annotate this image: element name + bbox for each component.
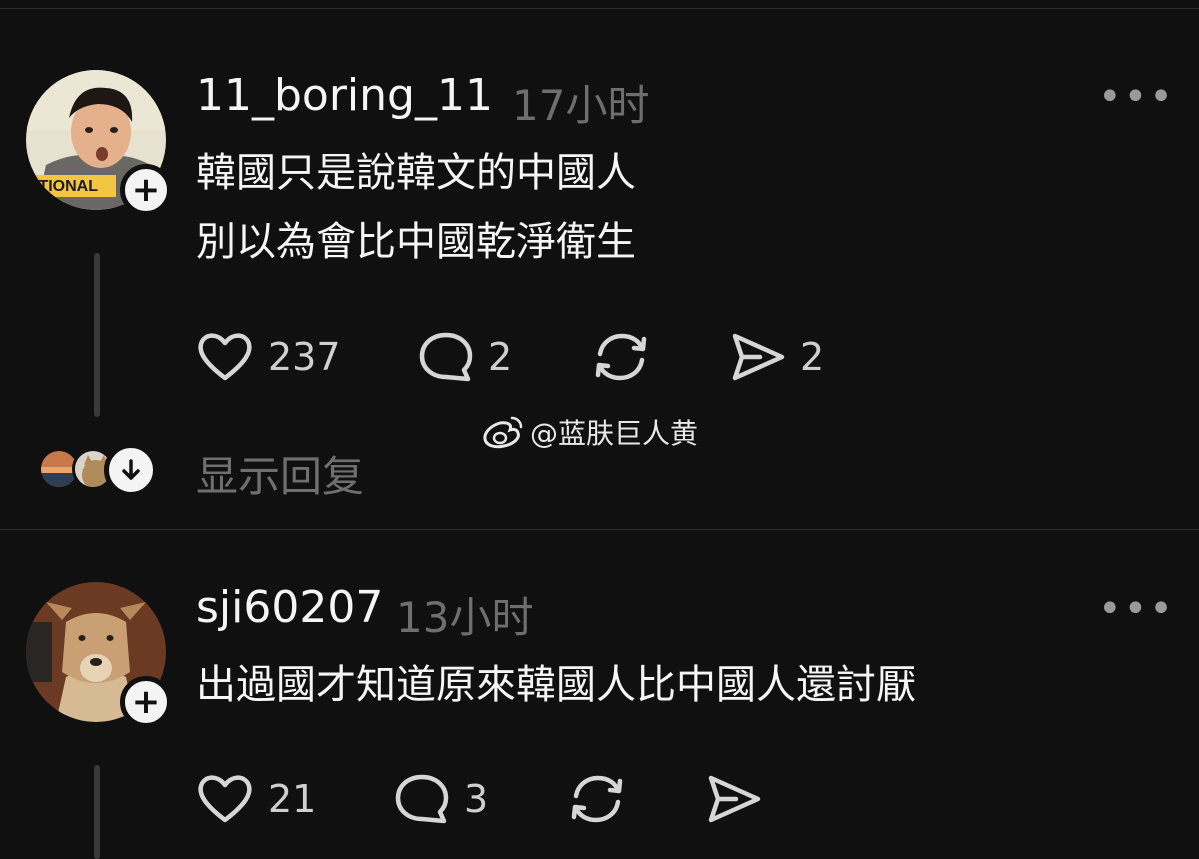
arrow-down-icon: [122, 459, 140, 480]
username[interactable]: sji60207: [196, 582, 383, 633]
comment-button[interactable]: 2: [418, 330, 512, 384]
expand-replies-button[interactable]: [104, 443, 158, 497]
follow-button[interactable]: +: [120, 676, 172, 728]
more-icon[interactable]: •••: [1098, 74, 1175, 120]
repost-button[interactable]: [568, 772, 626, 826]
send-icon: [708, 775, 761, 823]
plus-icon: +: [131, 682, 161, 722]
comment-count: 3: [464, 777, 489, 821]
post-text-line-1: 韓國只是說韓文的中國人: [196, 150, 636, 196]
username[interactable]: 11_boring_11: [196, 70, 493, 121]
speech-bubble-icon: [395, 774, 449, 824]
heart-icon: [198, 775, 252, 823]
share-button[interactable]: 2: [730, 330, 824, 384]
repost-button[interactable]: [592, 330, 650, 384]
plus-icon: +: [131, 170, 161, 210]
follow-button[interactable]: +: [120, 164, 172, 216]
timestamp: 13小时: [396, 593, 534, 642]
watermark-text: @蓝肤巨人黄: [530, 417, 699, 450]
comment-button[interactable]: 3: [394, 772, 488, 826]
speech-bubble-icon: [419, 332, 473, 382]
send-icon: [732, 333, 785, 381]
like-count: 21: [268, 777, 317, 821]
post-divider: [0, 529, 1199, 530]
thread-line: [94, 253, 100, 417]
like-button[interactable]: 237: [196, 330, 341, 384]
timestamp: 17小时: [512, 81, 650, 130]
comment-count: 2: [488, 335, 513, 379]
like-button[interactable]: 21: [196, 772, 316, 826]
thread-line: [94, 765, 100, 859]
heart-icon: [198, 333, 252, 381]
repost-icon: [571, 775, 623, 823]
post-text-line-2: 別以為會比中國乾淨衛生: [196, 219, 636, 265]
share-button[interactable]: [706, 772, 762, 826]
weibo-icon: [483, 416, 523, 449]
avatar-text: OTIONAL: [26, 178, 98, 195]
share-count: 2: [800, 335, 825, 379]
more-icon[interactable]: •••: [1098, 586, 1175, 632]
show-replies-link[interactable]: 显示回复: [196, 443, 364, 504]
watermark: @蓝肤巨人黄: [482, 412, 698, 452]
repost-icon: [595, 333, 647, 381]
like-count: 237: [268, 335, 341, 379]
post-text-line-1: 出過國才知道原來韓國人比中國人還討厭: [196, 662, 916, 708]
top-divider: [0, 0, 1199, 9]
